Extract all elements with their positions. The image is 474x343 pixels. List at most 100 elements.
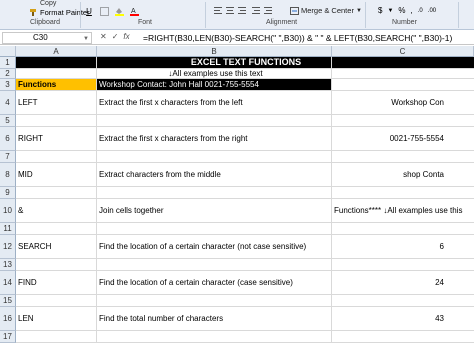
borders-icon[interactable]	[99, 6, 109, 16]
cell-a[interactable]: SEARCH	[16, 235, 97, 258]
cell-b[interactable]	[97, 295, 332, 306]
cell-a[interactable]: FIND	[16, 271, 97, 294]
title-cell[interactable]: EXCEL TEXT FUNCTIONS	[16, 57, 474, 68]
gridline	[96, 57, 97, 343]
cell-a[interactable]: Functions	[16, 79, 97, 90]
row-header[interactable]: 8	[0, 163, 16, 187]
cell-c[interactable]	[332, 259, 474, 270]
cell-c[interactable]: 24	[332, 271, 474, 294]
row-header[interactable]: 3	[0, 79, 16, 91]
cell-c[interactable]: Functions**** ↓All examples use this	[332, 199, 474, 222]
cell-b[interactable]	[97, 115, 332, 126]
cell-c[interactable]	[332, 115, 474, 126]
column-header-c[interactable]: C	[332, 46, 474, 57]
cell-b[interactable]: Extract characters from the middle	[97, 163, 332, 186]
column-header-b[interactable]: B	[97, 46, 332, 57]
cell-c[interactable]: shop Conta	[332, 163, 474, 186]
comma-button[interactable]: ,	[411, 6, 413, 15]
row-header[interactable]: 12	[0, 235, 16, 259]
cell-c[interactable]	[332, 331, 474, 342]
cell-b[interactable]	[97, 223, 332, 234]
cell-c[interactable]: 0021-755-5554	[332, 127, 474, 150]
cell-c[interactable]	[332, 295, 474, 306]
cell-c[interactable]: 43	[332, 307, 474, 330]
row-header[interactable]: 15	[0, 295, 16, 307]
number-format-buttons: $ ▼ % , .0 .00	[378, 6, 436, 15]
merge-icon	[290, 6, 299, 15]
currency-button[interactable]: $	[378, 6, 382, 15]
cell-c[interactable]	[332, 151, 474, 162]
cell-b[interactable]: ↓All examples use this text	[97, 69, 332, 78]
svg-text:A: A	[131, 8, 136, 15]
cell-a[interactable]: LEN	[16, 307, 97, 330]
cell-b[interactable]: Find the location of a certain character…	[97, 235, 332, 258]
cell-b[interactable]: Extract the first x characters from the …	[97, 91, 332, 114]
cell-c[interactable]	[332, 187, 474, 198]
spreadsheet-grid: A B C 1 EXCEL TEXT FUNCTIONS 2 ↓All example…	[0, 46, 474, 343]
increase-decimal-icon[interactable]: .0	[418, 8, 423, 14]
merge-center-label: Merge & Center	[301, 6, 354, 15]
row-header[interactable]: 14	[0, 271, 16, 295]
cell-a[interactable]: RIGHT	[16, 127, 97, 150]
cell-a[interactable]	[16, 187, 97, 198]
cell-b[interactable]	[97, 187, 332, 198]
cell-a[interactable]	[16, 115, 97, 126]
cell-b[interactable]	[97, 331, 332, 342]
cell-a[interactable]	[16, 223, 97, 234]
cell-c[interactable]	[332, 223, 474, 234]
cell-b[interactable]: Extract the first x characters from the …	[97, 127, 332, 150]
insert-function-button[interactable]: fx	[123, 32, 129, 41]
gridline	[331, 57, 332, 343]
underline-button[interactable]: U	[84, 6, 94, 16]
enter-icon[interactable]: ✓	[112, 32, 119, 41]
cell-a[interactable]	[16, 259, 97, 270]
cell-b[interactable]	[97, 259, 332, 270]
cell-b[interactable]: Join cells together	[97, 199, 332, 222]
row-header[interactable]: 13	[0, 259, 16, 271]
fill-color-icon[interactable]	[114, 6, 124, 16]
column-header-a[interactable]: A	[16, 46, 97, 57]
decrease-decimal-icon[interactable]: .00	[428, 8, 436, 14]
group-separator	[365, 2, 366, 28]
row-header[interactable]: 10	[0, 199, 16, 223]
merge-center-button[interactable]: Merge & Center ▼	[290, 6, 362, 15]
row-header[interactable]: 6	[0, 127, 16, 151]
row-header[interactable]: 9	[0, 187, 16, 199]
formula-input[interactable]: =RIGHT(B30,LEN(B30)-SEARCH(" ",B30)) & "…	[143, 33, 452, 43]
row-header[interactable]: 7	[0, 151, 16, 163]
row-header[interactable]: 1	[0, 57, 16, 69]
group-separator	[458, 2, 459, 28]
cell-a[interactable]	[16, 151, 97, 162]
cell-b[interactable]: Find the location of a certain character…	[97, 271, 332, 294]
group-label-clipboard: Clipboard	[30, 19, 60, 26]
font-color-icon[interactable]: A	[129, 6, 139, 16]
row-header[interactable]: 4	[0, 91, 16, 115]
percent-button[interactable]: %	[398, 6, 405, 15]
row-header[interactable]: 2	[0, 69, 16, 79]
group-label-number: Number	[392, 19, 417, 26]
alignment-buttons-icon[interactable]	[214, 6, 284, 16]
cell-b[interactable]: Find the total number of characters	[97, 307, 332, 330]
cell-a[interactable]: LEFT	[16, 91, 97, 114]
cell-c[interactable]: Workshop Con	[332, 91, 474, 114]
cancel-icon[interactable]: ✕	[100, 32, 107, 41]
copy-button[interactable]: Copy	[40, 0, 56, 7]
name-box[interactable]: C30 ▼	[2, 32, 92, 44]
chevron-down-icon[interactable]: ▼	[387, 8, 393, 14]
cell-b[interactable]: Workshop Contact: John Hall 0021-755-555…	[97, 79, 332, 90]
select-all-corner[interactable]	[0, 46, 16, 57]
row-header[interactable]: 5	[0, 115, 16, 127]
row-header[interactable]: 11	[0, 223, 16, 235]
cell-c[interactable]: 6	[332, 235, 474, 258]
font-buttons: U A	[84, 6, 139, 16]
format-painter-button[interactable]: Format Painter	[40, 8, 90, 17]
group-label-alignment: Alignment	[266, 19, 298, 26]
cell-a[interactable]: &	[16, 199, 97, 222]
cell-a[interactable]	[16, 295, 97, 306]
cell-a[interactable]: MID	[16, 163, 97, 186]
row-header[interactable]: 16	[0, 307, 16, 331]
cell-b[interactable]	[97, 151, 332, 162]
cell-a[interactable]	[16, 331, 97, 342]
row-header[interactable]: 17	[0, 331, 16, 343]
group-separator	[80, 2, 81, 28]
